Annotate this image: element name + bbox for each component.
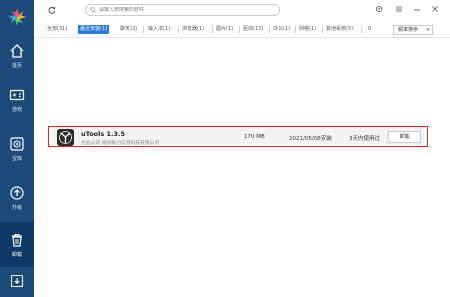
sidebar-item-label: 游戏 — [11, 107, 22, 113]
app-name: uTools 1.3.5 — [81, 130, 125, 138]
sidebar-item-games[interactable]: 游戏 — [0, 80, 34, 120]
tab-recent-install[interactable]: 最近安装(1) — [78, 25, 110, 34]
utools-app-icon — [57, 129, 74, 146]
sidebar-item-vault[interactable]: 宝库 — [0, 129, 34, 169]
chevron-down-icon: ▾ — [426, 27, 429, 33]
tab-divider — [143, 26, 144, 33]
sidebar-item-home[interactable]: 首页 — [0, 36, 34, 76]
sort-label: 频率排序 — [398, 27, 419, 33]
search-input[interactable] — [99, 7, 269, 13]
app-size: 170 MB — [244, 134, 265, 140]
logo-icon — [8, 8, 26, 26]
tab-divider — [178, 26, 179, 33]
home-icon — [10, 44, 24, 58]
sidebar-item-uninstall[interactable]: 卸载 — [0, 222, 34, 267]
search-icon — [90, 7, 96, 13]
vault-icon — [10, 137, 24, 151]
tab-office[interactable]: 办公(1) — [273, 25, 290, 34]
sidebar: 首页 游戏 宝库 升级 卸载 — [0, 0, 34, 297]
upgrade-icon — [10, 186, 24, 200]
sidebar-item-label: 卸载 — [11, 251, 22, 258]
sidebar-item-label: 首页 — [11, 63, 22, 69]
category-filters: 全部(31) 最近安装(1) 聊天(2) 输入法(1) 浏览器(1) 图片(1)… — [34, 22, 450, 36]
sidebar-item-upgrade[interactable]: 升级 — [0, 178, 34, 218]
tab-divider — [361, 26, 362, 33]
header-divider — [34, 37, 450, 38]
list-item[interactable]: uTools 1.3.5 出品公司 福州猿力信息科技有限公司 170 MB 20… — [52, 128, 424, 146]
tab-chat[interactable]: 聊天(2) — [120, 25, 137, 34]
sidebar-item-label: 宝库 — [11, 156, 22, 162]
settings-icon[interactable] — [375, 5, 383, 13]
close-icon[interactable] — [431, 5, 439, 13]
uninstall-button[interactable]: 卸载 — [388, 131, 421, 143]
refresh-icon[interactable] — [48, 6, 56, 14]
app-last-used: 3天内使用过 — [349, 136, 380, 142]
app-row-highlight: uTools 1.3.5 出品公司 福州猿力信息科技有限公司 170 MB 20… — [48, 126, 428, 147]
tab-image[interactable]: 图片(1) — [216, 25, 233, 34]
minimize-icon[interactable] — [413, 5, 421, 13]
menu-icon[interactable] — [395, 5, 403, 13]
tab-divider — [295, 26, 296, 33]
tab-divider — [322, 26, 323, 33]
tab-network[interactable]: 网络(1) — [299, 25, 316, 34]
tab-input-method[interactable]: 输入法(1) — [148, 25, 170, 34]
app-install-date: 2021/05/06安装 — [289, 136, 332, 142]
tab-divider — [269, 26, 270, 33]
tab-divider — [239, 26, 240, 33]
sidebar-item-label: 升级 — [11, 205, 22, 211]
app-publisher: 出品公司 福州猿力信息科技有限公司 — [81, 141, 160, 146]
tab-all[interactable]: 全部(31) — [47, 25, 67, 34]
app-logo — [0, 0, 34, 34]
sort-dropdown[interactable]: 频率排序 ▾ — [393, 25, 433, 35]
trash-icon — [12, 233, 22, 247]
tab-extra-count[interactable]: 0 — [368, 25, 371, 34]
tab-divider — [212, 26, 213, 33]
download-icon — [10, 274, 24, 288]
top-bar — [34, 0, 450, 20]
tab-driver[interactable]: 驱动(13) — [243, 25, 263, 34]
sidebar-item-download[interactable] — [0, 268, 34, 297]
search-box[interactable] — [85, 4, 280, 16]
tab-browser[interactable]: 浏览器(1) — [182, 25, 204, 34]
tab-other-system[interactable]: 其他系统(5) — [326, 25, 353, 34]
gamepad-icon — [9, 89, 25, 101]
